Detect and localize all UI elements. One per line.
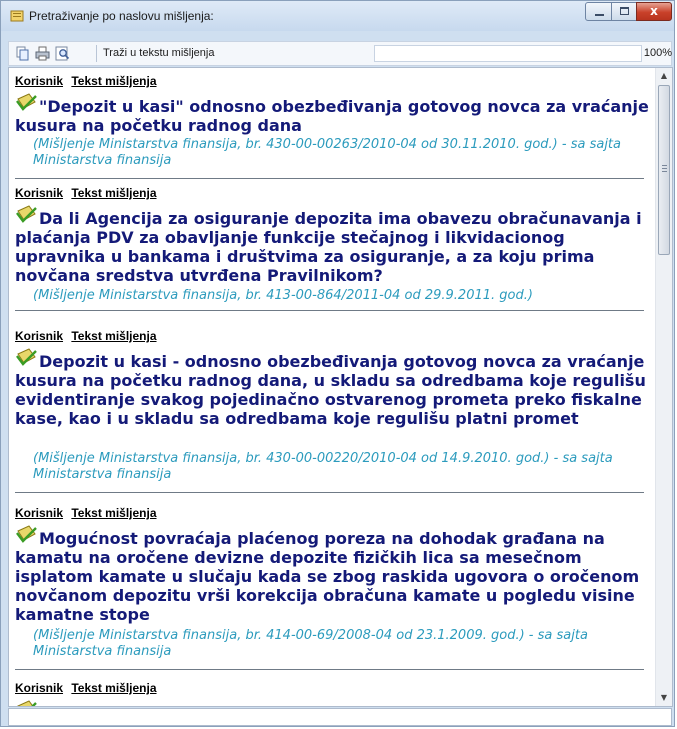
entry-links: Korisnik Tekst mišljenja	[15, 74, 162, 90]
opinion-title[interactable]: "Depozit u kasi" odnosno obezbeđivanja g…	[15, 97, 651, 135]
user-link[interactable]: Korisnik	[15, 186, 63, 200]
app-window: Pretraživanje po naslovu mišljenja: x Tr…	[0, 0, 675, 727]
opinion-source: (Mišljenje Ministarstva finansija, br. 4…	[33, 628, 588, 659]
title-bar[interactable]: Pretraživanje po naslovu mišljenja: x	[1, 1, 674, 31]
window-title: Pretraživanje po naslovu mišljenja:	[29, 9, 214, 23]
toolbar: Traži u tekstu mišljenja 100%	[8, 41, 672, 66]
opinion-source: (Mišljenje Ministarstva finansija, br. 4…	[33, 451, 613, 482]
user-link[interactable]: Korisnik	[15, 74, 63, 88]
opinion-text-link[interactable]: Tekst mišljenja	[71, 681, 156, 695]
search-input[interactable]	[374, 45, 642, 62]
divider	[15, 310, 644, 311]
find-icon[interactable]	[55, 46, 70, 61]
opinion-title[interactable]: Da li Agencija za osiguranje depozita im…	[15, 209, 651, 285]
divider	[15, 492, 644, 493]
minimize-button[interactable]	[585, 2, 612, 21]
search-in-text-button[interactable]: Traži u tekstu mišljenja	[103, 47, 214, 59]
toolbar-separator	[96, 45, 97, 62]
opinion-title[interactable]: Depozit u kasi - odnosno obezbeđivanja g…	[15, 352, 651, 428]
scroll-up-arrow-icon[interactable]: ▲	[656, 68, 672, 84]
close-button[interactable]: x	[636, 2, 672, 21]
grip-line	[662, 168, 667, 169]
opinion-text-link[interactable]: Tekst mišljenja	[71, 74, 156, 88]
entry-links: Korisnik Tekst mišljenja	[15, 329, 162, 345]
user-link[interactable]: Korisnik	[15, 681, 63, 695]
close-icon: x	[650, 4, 658, 18]
opinion-title[interactable]: Mogućnost povraćaja plaćenog poreza na d…	[15, 529, 651, 624]
grip-line	[662, 171, 667, 172]
results-list: Korisnik Tekst mišljenja "Depozit u kasi…	[15, 68, 655, 706]
zoom-level[interactable]: 100%	[643, 45, 672, 62]
app-icon	[10, 10, 24, 22]
entry-links: Korisnik Tekst mišljenja	[15, 506, 162, 522]
document-check-icon	[17, 700, 37, 706]
maximize-icon	[620, 7, 629, 15]
entry-links: Korisnik Tekst mišljenja	[15, 186, 162, 202]
entry-links: Korisnik Tekst mišljenja	[15, 681, 162, 697]
scroll-down-arrow-icon[interactable]: ▼	[656, 690, 672, 706]
opinion-source: (Mišljenje Ministarstva finansija, br. 4…	[33, 137, 621, 168]
maximize-button[interactable]	[611, 2, 637, 21]
user-link[interactable]: Korisnik	[15, 506, 63, 520]
vertical-scrollbar[interactable]: ▲ ▼	[655, 68, 672, 706]
opinion-text-link[interactable]: Tekst mišljenja	[71, 329, 156, 343]
opinion-text-link[interactable]: Tekst mišljenja	[71, 506, 156, 520]
status-bar	[8, 708, 672, 726]
opinion-source: (Mišljenje Ministarstva finansija, br. 4…	[33, 288, 533, 303]
copy-icon[interactable]	[15, 46, 30, 61]
scroll-thumb[interactable]	[658, 85, 670, 255]
user-link[interactable]: Korisnik	[15, 329, 63, 343]
divider	[15, 178, 644, 179]
results-panel: Korisnik Tekst mišljenja "Depozit u kasi…	[8, 67, 673, 707]
minimize-icon	[595, 14, 604, 16]
divider	[15, 669, 644, 670]
print-icon[interactable]	[35, 46, 50, 61]
grip-line	[662, 165, 667, 166]
opinion-text-link[interactable]: Tekst mišljenja	[71, 186, 156, 200]
